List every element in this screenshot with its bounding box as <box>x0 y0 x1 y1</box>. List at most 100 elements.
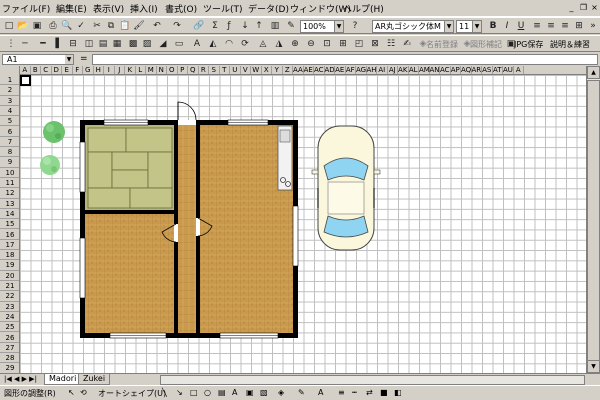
arrow-tool-icon[interactable]: ↘ <box>176 388 183 397</box>
merge-icon[interactable]: ⊞ <box>572 20 586 33</box>
save-icon[interactable]: ▣ <box>30 20 44 33</box>
oval-tool-icon[interactable]: ○ <box>204 388 211 397</box>
rect-tool-icon[interactable]: □ <box>190 388 198 397</box>
dash-style-icon[interactable]: ┅ <box>352 388 357 397</box>
clipart-tool-icon[interactable]: ▣ <box>246 388 254 397</box>
order-icon[interactable]: ◰ <box>352 38 366 51</box>
floor-icon[interactable]: ▨ <box>140 38 154 51</box>
thick-line-icon[interactable]: ━ <box>36 38 50 51</box>
rotate-icon[interactable]: ⟳ <box>238 38 252 51</box>
dots-icon[interactable]: ⋮ <box>4 38 18 51</box>
3d-icon[interactable]: ◧ <box>394 388 402 397</box>
sort-asc-icon[interactable]: ↓ <box>238 20 252 33</box>
shape-edit-icon[interactable]: ✍ <box>400 38 414 51</box>
formula-input[interactable] <box>92 54 598 65</box>
vertical-scrollbar[interactable]: ▲ ▼ <box>586 66 600 373</box>
shape-edit-label[interactable]: 図形補記 <box>470 39 502 50</box>
arrow-style-icon[interactable]: ⇄ <box>366 388 373 397</box>
text-a-icon[interactable]: A <box>190 38 204 51</box>
menu-data[interactable]: データ(D) <box>248 2 289 15</box>
redo-icon[interactable]: ↷ <box>170 20 184 33</box>
snap-icon[interactable]: ⊠ <box>368 38 382 51</box>
jpg-save-button[interactable]: JPG保存 <box>514 39 543 50</box>
restore-icon[interactable]: ❐ <box>578 3 589 13</box>
line-style-icon[interactable]: ≡ <box>338 388 345 397</box>
font-name-select[interactable]: AR丸ゴシック体M ▼ <box>372 20 454 33</box>
copy-icon[interactable]: ⧉ <box>104 20 118 33</box>
picture-tool-icon[interactable]: ▧ <box>260 388 268 397</box>
undo-icon[interactable]: ↶ <box>150 20 164 33</box>
align-shapes-icon[interactable]: ⊡ <box>320 38 334 51</box>
autosum-icon[interactable]: Σ <box>208 20 222 33</box>
stair-icon[interactable]: ▦ <box>110 38 124 51</box>
close-icon[interactable]: × <box>589 3 600 13</box>
menu-help[interactable]: ヘルプ(H) <box>343 2 384 15</box>
tatami-icon[interactable]: ▩ <box>126 38 140 51</box>
window-icon[interactable]: ▤ <box>96 38 110 51</box>
ungroup-icon[interactable]: ⊖ <box>304 38 318 51</box>
underline-icon[interactable]: U <box>514 20 528 33</box>
group-icon[interactable]: ⊕ <box>288 38 302 51</box>
triangle-icon[interactable]: ◭ <box>206 38 220 51</box>
format-painter-icon[interactable]: 🖌 <box>132 20 146 33</box>
line-tool-icon[interactable]: ╲ <box>162 388 167 397</box>
help-practice-button[interactable]: 説明＆練習 <box>550 39 590 50</box>
align-left-icon[interactable]: ≡ <box>530 20 544 33</box>
scroll-thumb[interactable] <box>587 80 600 370</box>
shape-adjust-menu[interactable]: 図形の調整(R) <box>4 388 56 399</box>
scroll-up-icon[interactable]: ▲ <box>587 66 600 79</box>
help-icon[interactable]: ? <box>348 20 362 33</box>
flip-icon[interactable]: ◬ <box>256 38 270 51</box>
select-pointer-icon[interactable]: ↖ <box>68 388 75 397</box>
shadow-icon[interactable]: ■ <box>380 388 388 397</box>
print-icon[interactable]: ⎙ <box>46 20 60 33</box>
horizontal-scrollbar[interactable] <box>160 375 585 385</box>
distribute-icon[interactable]: ⊞ <box>336 38 350 51</box>
arc-icon[interactable]: ◠ <box>222 38 236 51</box>
zoom-select[interactable]: 100% ▼ <box>300 20 344 33</box>
menu-window[interactable]: ウィンドウ(W) <box>290 2 351 15</box>
free-rotate-icon[interactable]: ⟲ <box>80 388 87 397</box>
thin-line-icon[interactable]: ─ <box>18 38 32 51</box>
cut-icon[interactable]: ✂ <box>90 20 104 33</box>
function-icon[interactable]: ƒ <box>222 20 236 33</box>
menu-file[interactable]: ファイル(F) <box>2 2 50 15</box>
chart-icon[interactable]: ▥ <box>268 20 282 33</box>
wall-icon[interactable]: ▌ <box>52 38 66 51</box>
preview-icon[interactable]: 🔍 <box>60 20 74 33</box>
shape-list-icon[interactable]: ☷ <box>384 38 398 51</box>
menu-insert[interactable]: 挿入(I) <box>130 2 158 15</box>
menu-format[interactable]: 書式(O) <box>165 2 197 15</box>
wordart-tool-icon[interactable]: A <box>232 388 237 397</box>
open-icon[interactable]: 📂 <box>16 20 30 33</box>
kitchen-icon[interactable]: ▭ <box>172 38 186 51</box>
paste-icon[interactable]: 📋 <box>118 20 132 33</box>
fill-color-icon[interactable]: ◈ <box>278 388 284 397</box>
bold-icon[interactable]: B <box>486 20 500 33</box>
textbox-tool-icon[interactable]: ▤ <box>218 388 226 397</box>
autoshape-menu[interactable]: オートシェイプ(U) <box>98 388 166 399</box>
sash-icon[interactable]: ⊟ <box>66 38 80 51</box>
more-icon[interactable]: » <box>586 20 600 33</box>
name-register-label[interactable]: 名前登録 <box>426 39 458 50</box>
minimize-icon[interactable]: _ <box>566 3 577 13</box>
hyperlink-icon[interactable]: 🔗 <box>192 20 206 33</box>
font-size-select[interactable]: 11 ▼ <box>456 20 482 33</box>
spell-icon[interactable]: ✓ <box>74 20 88 33</box>
menu-tools[interactable]: ツール(T) <box>203 2 243 15</box>
font-color-icon[interactable]: A <box>318 388 323 397</box>
align-center-icon[interactable]: ≡ <box>544 20 558 33</box>
tab-madori[interactable]: Madori <box>44 374 82 385</box>
italic-icon[interactable]: I <box>500 20 514 33</box>
drawing-icon[interactable]: ✎ <box>284 20 298 33</box>
menu-view[interactable]: 表示(V) <box>93 2 124 15</box>
line-color-icon[interactable]: ✎ <box>298 388 305 397</box>
name-box[interactable]: A1 ▼ <box>2 54 74 65</box>
door-icon[interactable]: ◫ <box>82 38 96 51</box>
scroll-down-icon[interactable]: ▼ <box>587 360 600 373</box>
mirror-icon[interactable]: ◮ <box>272 38 286 51</box>
new-icon[interactable]: □ <box>2 20 16 33</box>
menu-edit[interactable]: 編集(E) <box>56 2 87 15</box>
worksheet[interactable]: A B C D E F G H I J K L M N O P Q R S T U V W X Y Z AA AE AC AD AE AF AG… <box>0 66 600 373</box>
tab-nav-icons[interactable]: |◀ ◀ ▶ ▶| <box>4 375 37 383</box>
